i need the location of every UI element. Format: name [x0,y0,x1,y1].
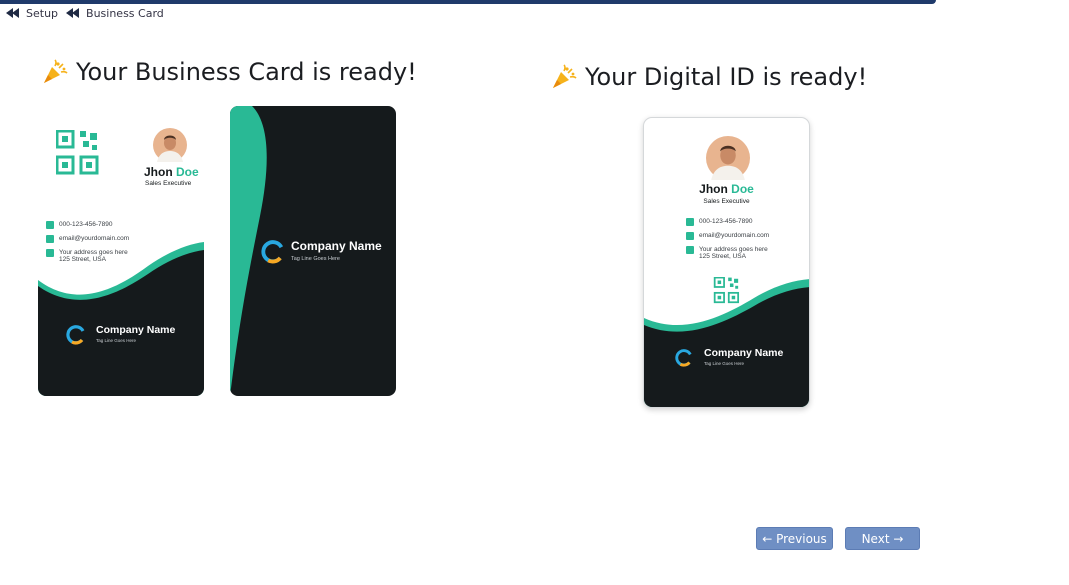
party-popper-icon [551,64,577,90]
party-popper-icon [42,59,68,85]
top-header-bar [0,0,936,4]
email-icon [46,235,54,243]
front-email-text: email@yourdomain.com [59,235,130,242]
front-role: Sales Executive [145,180,192,187]
rewind-icon [66,8,82,18]
location-icon [46,249,54,257]
phone-icon [686,218,694,226]
breadcrumb: Setup Business Card [6,6,172,20]
back-company: Company Name [291,239,382,253]
digital-id-title-text: Your Digital ID is ready! [585,63,868,91]
breadcrumb-business-card[interactable]: Business Card [66,7,164,20]
company-logo-icon [675,349,692,367]
digital-id-card: Jhon Doe Sales Executive 000-123-456-789… [643,117,810,408]
id-email-text: email@yourdomain.com [699,232,770,239]
id-phone: 000-123-456-7890 [686,218,753,226]
email-icon [686,232,694,240]
front-email: email@yourdomain.com [46,235,129,243]
location-icon [686,246,694,254]
id-name: Jhon Doe [644,182,809,196]
phone-icon [46,221,54,229]
id-phone-text: 000-123-456-7890 [699,218,753,225]
id-tagline: Tag Line Goes Here [704,361,745,366]
id-company: Company Name [704,347,784,359]
front-address: Your address goes here 125 Street, USA [46,249,128,263]
avatar [153,128,187,162]
breadcrumb-label-business-card: Business Card [86,6,164,20]
front-address-line1: Your address goes here [59,249,128,256]
id-role: Sales Executive [703,198,750,205]
avatar [706,136,750,180]
back-tagline: Tag Line Goes Here [291,256,340,262]
front-tagline: Tag Line Goes Here [96,338,137,343]
breadcrumb-label-setup: Setup [26,6,59,20]
id-address-line1: Your address goes here [699,246,768,253]
business-card-title-text: Your Business Card is ready! [76,58,417,86]
breadcrumb-setup[interactable]: Setup [6,7,58,20]
front-name: Jhon Doe [144,165,199,179]
qr-code-icon [713,277,740,304]
front-address-line2: 125 Street, USA [59,256,106,263]
front-phone: 000-123-456-7890 [46,221,113,229]
id-address: Your address goes here 125 Street, USA [686,246,768,260]
id-first-name: Jhon [699,182,728,196]
business-card-back: Company Name Tag Line Goes Here [230,106,396,396]
front-company: Company Name [96,324,176,336]
previous-button[interactable]: ← Previous [756,527,833,550]
front-first-name: Jhon [144,165,173,179]
id-address-line2: 125 Street, USA [699,253,746,260]
id-email: email@yourdomain.com [686,232,769,240]
company-logo-icon [66,325,85,345]
business-card-title: Your Business Card is ready! [42,58,417,86]
digital-id-title: Your Digital ID is ready! [551,63,867,91]
id-last-name: Doe [731,182,754,196]
rewind-icon [6,8,22,18]
qr-code-icon [56,130,99,175]
business-card-front: Jhon Doe Sales Executive 000-123-456-789… [38,106,204,396]
next-button[interactable]: Next → [845,527,920,550]
front-last-name: Doe [176,165,199,179]
front-phone-text: 000-123-456-7890 [59,221,113,228]
company-logo-icon [261,240,284,264]
